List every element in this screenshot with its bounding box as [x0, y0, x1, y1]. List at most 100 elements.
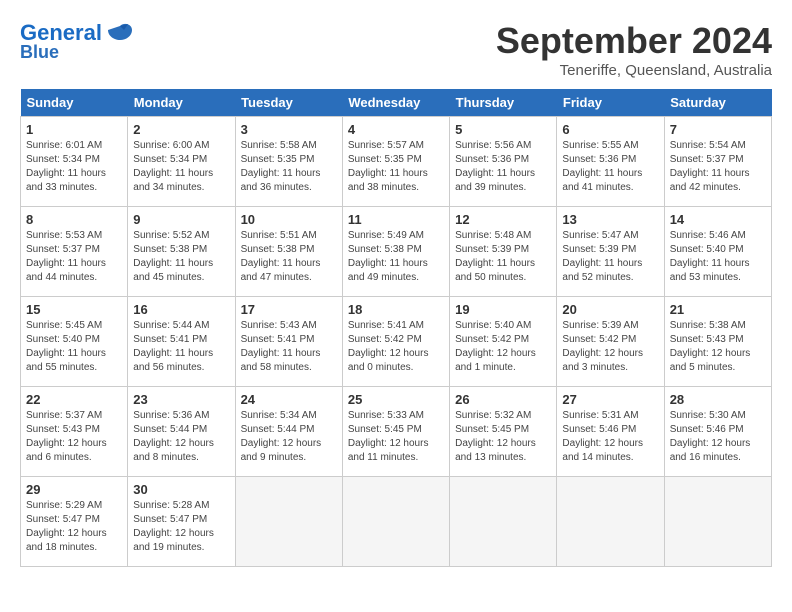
calendar-cell: 25 Sunrise: 5:33 AMSunset: 5:45 PMDayligh… [342, 387, 449, 477]
day-number: 3 [241, 122, 337, 137]
day-info: Sunrise: 5:52 AMSunset: 5:38 PMDaylight:… [133, 229, 229, 285]
calendar-cell: 18 Sunrise: 5:41 AMSunset: 5:42 PMDayligh… [342, 297, 449, 387]
calendar-cell: 4 Sunrise: 5:57 AMSunset: 5:35 PMDaylight… [342, 117, 449, 207]
calendar-cell: 17 Sunrise: 5:43 AMSunset: 5:41 PMDayligh… [235, 297, 342, 387]
calendar-cell: 24 Sunrise: 5:34 AMSunset: 5:44 PMDayligh… [235, 387, 342, 477]
calendar-cell: 7 Sunrise: 5:54 AMSunset: 5:37 PMDaylight… [664, 117, 771, 207]
calendar-cell: 15 Sunrise: 5:45 AMSunset: 5:40 PMDayligh… [21, 297, 128, 387]
day-number: 29 [26, 482, 122, 497]
day-number: 5 [455, 122, 551, 137]
column-header-tuesday: Tuesday [235, 89, 342, 117]
day-info: Sunrise: 5:46 AMSunset: 5:40 PMDaylight:… [670, 229, 766, 285]
day-number: 13 [562, 212, 658, 227]
calendar-cell: 19Sunrise: 5:40 AMSunset: 5:42 PMDayligh… [450, 297, 557, 387]
calendar-cell [235, 477, 342, 567]
day-number: 20 [562, 302, 658, 317]
calendar-cell: 13 Sunrise: 5:47 AMSunset: 5:39 PMDayligh… [557, 207, 664, 297]
day-info: Sunrise: 5:33 AMSunset: 5:45 PMDaylight:… [348, 409, 444, 465]
calendar-table: SundayMondayTuesdayWednesdayThursdayFrid… [20, 89, 772, 567]
day-number: 30 [133, 482, 229, 497]
day-number: 6 [562, 122, 658, 137]
day-info: Sunrise: 5:43 AMSunset: 5:41 PMDaylight:… [241, 319, 337, 375]
column-header-saturday: Saturday [664, 89, 771, 117]
day-info: Sunrise: 5:54 AMSunset: 5:37 PMDaylight:… [670, 139, 766, 195]
day-number: 21 [670, 302, 766, 317]
day-number: 15 [26, 302, 122, 317]
calendar-cell: 9 Sunrise: 5:52 AMSunset: 5:38 PMDaylight… [128, 207, 235, 297]
location-subtitle: Teneriffe, Queensland, Australia [496, 62, 772, 79]
calendar-cell: 16 Sunrise: 5:44 AMSunset: 5:41 PMDayligh… [128, 297, 235, 387]
column-header-wednesday: Wednesday [342, 89, 449, 117]
day-info: Sunrise: 6:00 AMSunset: 5:34 PMDaylight:… [133, 139, 229, 195]
day-number: 23 [133, 392, 229, 407]
calendar-cell: 27 Sunrise: 5:31 AMSunset: 5:46 PMDayligh… [557, 387, 664, 477]
column-header-monday: Monday [128, 89, 235, 117]
logo: General Blue [20, 20, 134, 63]
calendar-cell [342, 477, 449, 567]
day-info: Sunrise: 5:56 AMSunset: 5:36 PMDaylight:… [455, 139, 551, 195]
day-info: Sunrise: 5:29 AMSunset: 5:47 PMDaylight:… [26, 499, 122, 555]
day-number: 14 [670, 212, 766, 227]
day-info: Sunrise: 5:40 AMSunset: 5:42 PMDaylight:… [455, 319, 551, 375]
calendar-cell: 8Sunrise: 5:53 AMSunset: 5:37 PMDaylight… [21, 207, 128, 297]
calendar-cell [664, 477, 771, 567]
day-number: 7 [670, 122, 766, 137]
day-number: 27 [562, 392, 658, 407]
day-info: Sunrise: 5:36 AMSunset: 5:44 PMDaylight:… [133, 409, 229, 465]
calendar-cell: 21 Sunrise: 5:38 AMSunset: 5:43 PMDayligh… [664, 297, 771, 387]
day-info: Sunrise: 5:47 AMSunset: 5:39 PMDaylight:… [562, 229, 658, 285]
day-info: Sunrise: 5:31 AMSunset: 5:46 PMDaylight:… [562, 409, 658, 465]
day-number: 8 [26, 212, 122, 227]
calendar-week-row: 8Sunrise: 5:53 AMSunset: 5:37 PMDaylight… [21, 207, 772, 297]
month-title: September 2024 [496, 20, 772, 62]
calendar-cell: 11 Sunrise: 5:49 AMSunset: 5:38 PMDayligh… [342, 207, 449, 297]
calendar-week-row: 1 Sunrise: 6:01 AMSunset: 5:34 PMDaylight… [21, 117, 772, 207]
day-info: Sunrise: 5:38 AMSunset: 5:43 PMDaylight:… [670, 319, 766, 375]
day-info: Sunrise: 5:49 AMSunset: 5:38 PMDaylight:… [348, 229, 444, 285]
calendar-cell [557, 477, 664, 567]
day-number: 12 [455, 212, 551, 227]
day-number: 26 [455, 392, 551, 407]
day-info: Sunrise: 5:37 AMSunset: 5:43 PMDaylight:… [26, 409, 122, 465]
calendar-cell: 6 Sunrise: 5:55 AMSunset: 5:36 PMDaylight… [557, 117, 664, 207]
day-info: Sunrise: 5:57 AMSunset: 5:35 PMDaylight:… [348, 139, 444, 195]
calendar-cell: 20 Sunrise: 5:39 AMSunset: 5:42 PMDayligh… [557, 297, 664, 387]
day-info: Sunrise: 5:51 AMSunset: 5:38 PMDaylight:… [241, 229, 337, 285]
logo-bird-icon [106, 22, 134, 44]
day-info: Sunrise: 5:28 AMSunset: 5:47 PMDaylight:… [133, 499, 229, 555]
day-number: 16 [133, 302, 229, 317]
calendar-cell: 12Sunrise: 5:48 AMSunset: 5:39 PMDayligh… [450, 207, 557, 297]
calendar-cell: 3Sunrise: 5:58 AMSunset: 5:35 PMDaylight… [235, 117, 342, 207]
day-info: Sunrise: 5:32 AMSunset: 5:45 PMDaylight:… [455, 409, 551, 465]
calendar-header-row: SundayMondayTuesdayWednesdayThursdayFrid… [21, 89, 772, 117]
day-number: 9 [133, 212, 229, 227]
title-block: September 2024 Teneriffe, Queensland, Au… [496, 20, 772, 79]
day-number: 11 [348, 212, 444, 227]
logo-blue-text: Blue [20, 42, 59, 63]
day-number: 18 [348, 302, 444, 317]
day-number: 24 [241, 392, 337, 407]
day-info: Sunrise: 6:01 AMSunset: 5:34 PMDaylight:… [26, 139, 122, 195]
day-info: Sunrise: 5:34 AMSunset: 5:44 PMDaylight:… [241, 409, 337, 465]
calendar-cell: 28Sunrise: 5:30 AMSunset: 5:46 PMDayligh… [664, 387, 771, 477]
calendar-cell: 2 Sunrise: 6:00 AMSunset: 5:34 PMDaylight… [128, 117, 235, 207]
calendar-cell: 29 Sunrise: 5:29 AMSunset: 5:47 PMDayligh… [21, 477, 128, 567]
day-info: Sunrise: 5:39 AMSunset: 5:42 PMDaylight:… [562, 319, 658, 375]
page-header: General Blue September 2024 Teneriffe, Q… [20, 20, 772, 79]
calendar-cell [450, 477, 557, 567]
day-number: 4 [348, 122, 444, 137]
calendar-cell: 30 Sunrise: 5:28 AMSunset: 5:47 PMDayligh… [128, 477, 235, 567]
calendar-cell: 26 Sunrise: 5:32 AMSunset: 5:45 PMDayligh… [450, 387, 557, 477]
column-header-friday: Friday [557, 89, 664, 117]
calendar-week-row: 29 Sunrise: 5:29 AMSunset: 5:47 PMDayligh… [21, 477, 772, 567]
day-number: 2 [133, 122, 229, 137]
day-info: Sunrise: 5:41 AMSunset: 5:42 PMDaylight:… [348, 319, 444, 375]
day-number: 17 [241, 302, 337, 317]
calendar-week-row: 22Sunrise: 5:37 AMSunset: 5:43 PMDayligh… [21, 387, 772, 477]
day-number: 25 [348, 392, 444, 407]
day-info: Sunrise: 5:44 AMSunset: 5:41 PMDaylight:… [133, 319, 229, 375]
day-info: Sunrise: 5:55 AMSunset: 5:36 PMDaylight:… [562, 139, 658, 195]
day-info: Sunrise: 5:45 AMSunset: 5:40 PMDaylight:… [26, 319, 122, 375]
day-number: 1 [26, 122, 122, 137]
calendar-cell: 14 Sunrise: 5:46 AMSunset: 5:40 PMDayligh… [664, 207, 771, 297]
